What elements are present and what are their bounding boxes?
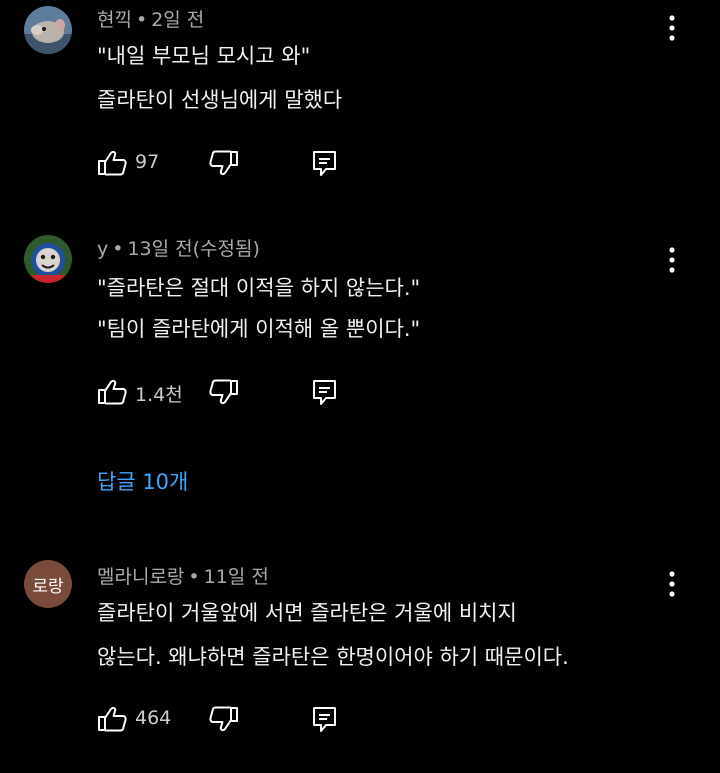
like-count: 464 [135,707,172,729]
like-button[interactable]: 1.4천 [97,377,183,407]
comment-text-line: 즐라탄이 거울앞에 서면 즐라탄은 거울에 비치지 [97,601,517,625]
author-name[interactable]: 현끽 [97,9,132,31]
reply-icon [313,380,336,405]
comment-meta: 멜라니로랑 • 11일 전 [97,562,269,589]
comment-actions: 97 [97,148,357,178]
author-name[interactable]: 멜라니로랑 [97,566,184,588]
dislike-button[interactable] [209,377,239,407]
more-vertical-icon[interactable] [658,568,686,600]
rat-photo-icon [24,6,72,54]
comment-time: 11일 전 [203,566,269,588]
meta-separator: • [135,9,148,31]
thumbs-up-icon [98,379,127,405]
comment-text-line: "팀이 즐라탄에게 이적해 올 뿐이다." [97,317,421,341]
comment-text-line: "즐라탄은 절대 이적을 하지 않는다." [97,276,421,300]
comment-text-line: "내일 부모님 모시고 와" [97,44,311,68]
train-photo-icon [24,235,72,283]
reply-icon [313,151,336,176]
comment-text-line: 즐라탄이 선생님에게 말했다 [97,88,343,112]
author-name[interactable]: y [97,238,108,260]
meta-separator: • [112,238,124,260]
like-count: 1.4천 [135,384,183,406]
reply-button[interactable] [312,377,338,407]
more-vertical-icon[interactable] [658,244,686,276]
avatar[interactable] [24,235,72,283]
comment-actions: 464 [97,704,357,734]
reply-button[interactable] [312,148,338,178]
comment-time: 13일 전(수정됨) [127,238,260,260]
reply-button[interactable] [312,704,338,734]
dislike-button[interactable] [209,704,239,734]
reply-icon [313,707,336,732]
like-count: 97 [135,151,160,173]
comment-actions: 1.4천 [97,377,357,407]
thumbs-down-icon [209,379,238,405]
thumbs-down-icon [209,150,238,176]
comment-time: 2일 전 [151,9,205,31]
thumbs-down-icon [209,706,238,732]
comment-text-line: 않는다. 왜냐하면 즐라탄은 한명이어야 하기 때문이다. [97,645,569,669]
avatar-initials: 로랑 [32,576,64,597]
view-replies-link[interactable]: 답글 10개 [97,466,188,496]
dislike-button[interactable] [209,148,239,178]
comment-meta: 현끽 • 2일 전 [97,5,204,32]
more-vertical-icon[interactable] [658,12,686,44]
meta-separator: • [188,566,200,588]
comment-meta: y • 13일 전(수정됨) [97,234,260,261]
like-button[interactable]: 464 [97,704,171,734]
like-button[interactable]: 97 [97,148,159,178]
avatar[interactable]: 로랑 [24,560,72,608]
thumbs-up-icon [98,150,127,176]
avatar[interactable] [24,6,72,54]
thumbs-up-icon [98,706,127,732]
